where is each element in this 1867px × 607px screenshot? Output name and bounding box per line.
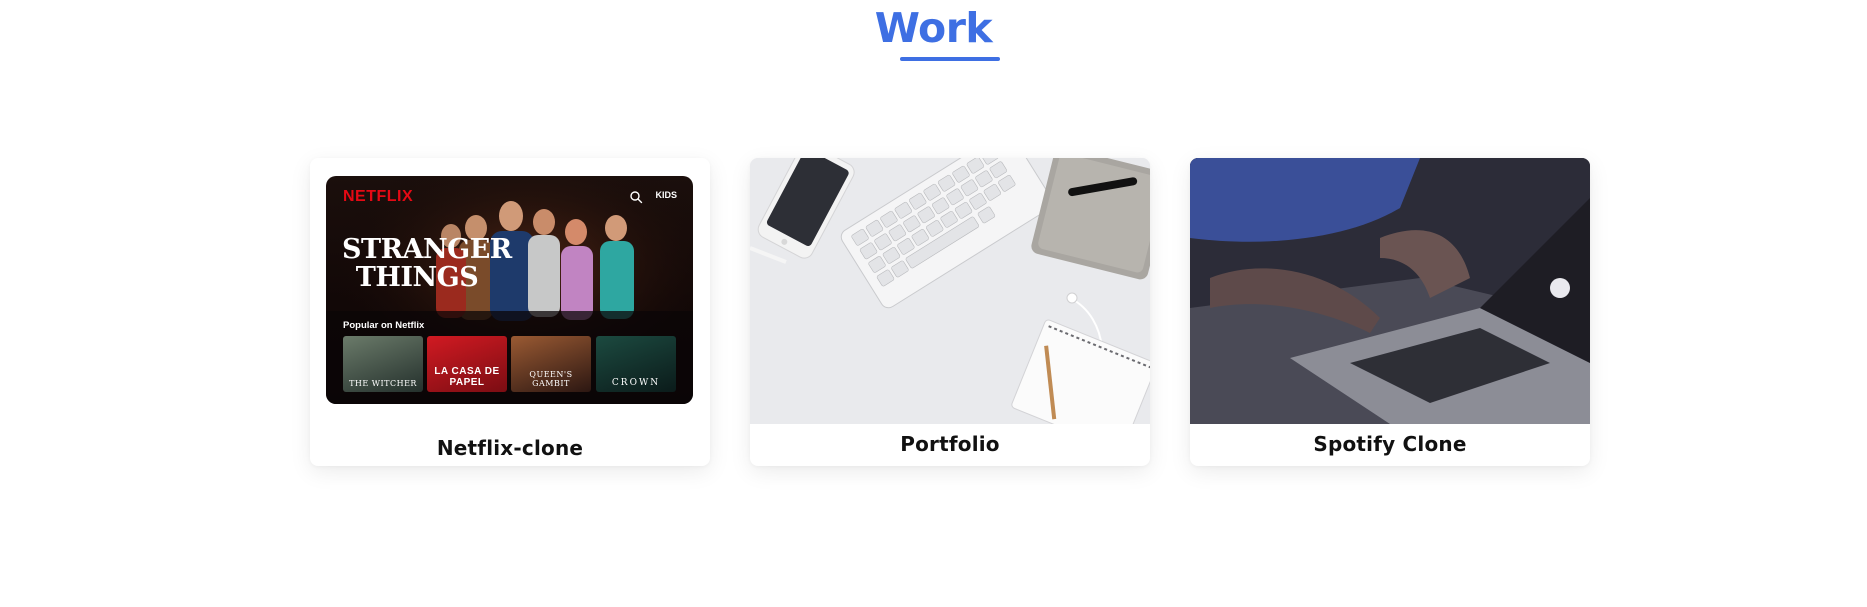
thumb-la-casa-de-papel: LA CASA DE PAPEL (427, 336, 507, 392)
project-cards: NETFLIX KIDS STRANGER THINGS Popular on … (310, 158, 1590, 466)
work-section: Work NETFLIX KIDS STRANGER THINGS Popula… (0, 0, 1867, 607)
hero-title-line2: THINGS (355, 262, 479, 293)
title-underline (900, 57, 1000, 61)
thumb-label: LA CASA DE PAPEL (434, 366, 500, 388)
netflix-logo: NETFLIX (343, 188, 414, 205)
laptop-typing-image (1190, 158, 1590, 424)
project-card-portfolio[interactable]: Portfolio (750, 158, 1150, 466)
thumb-witcher: THE WITCHER (343, 336, 423, 392)
desk-flatlay-image (750, 158, 1150, 424)
row-title: Popular on Netflix (343, 320, 425, 331)
hero-title-line1: STRANGER (342, 234, 512, 265)
thumb-label: QUEEN'S GAMBIT (529, 370, 573, 388)
section-title: Work (874, 4, 993, 52)
card-title[interactable]: Netflix-clone (310, 436, 710, 460)
project-thumbnail-portfolio[interactable] (750, 158, 1150, 424)
netflix-screenshot: NETFLIX KIDS STRANGER THINGS Popular on … (326, 176, 693, 404)
card-title[interactable]: Spotify Clone (1190, 432, 1590, 456)
project-card-spotify-clone[interactable]: Spotify Clone (1190, 158, 1590, 466)
project-thumbnail-spotify[interactable] (1190, 158, 1590, 424)
card-title[interactable]: Portfolio (750, 432, 1150, 456)
kids-label: KIDS (655, 190, 677, 200)
project-card-netflix-clone[interactable]: NETFLIX KIDS STRANGER THINGS Popular on … (310, 158, 710, 466)
thumb-label: CROWN (611, 378, 661, 388)
thumb-label: THE WITCHER (349, 379, 417, 388)
thumb-queens-gambit: QUEEN'S GAMBIT (511, 336, 591, 392)
project-thumbnail-netflix[interactable]: NETFLIX KIDS STRANGER THINGS Popular on … (310, 158, 710, 424)
search-icon (630, 191, 643, 204)
hero-title: STRANGER THINGS (342, 234, 512, 293)
thumb-crown: CROWN (596, 336, 676, 392)
